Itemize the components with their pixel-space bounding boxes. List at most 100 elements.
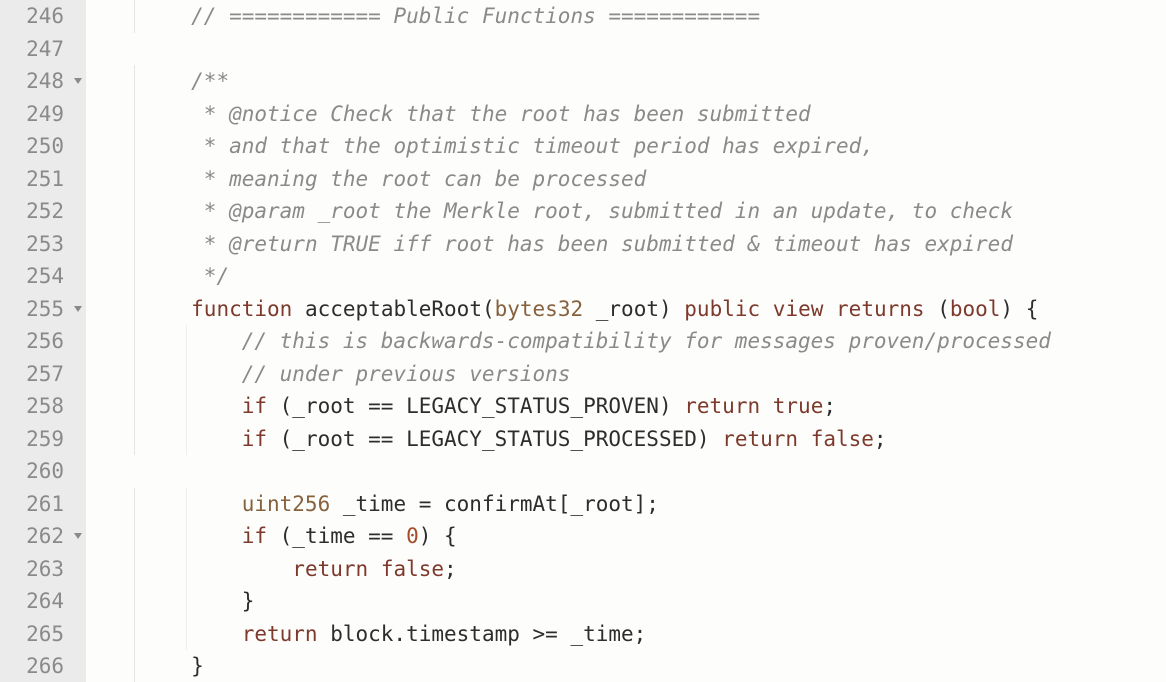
code-line[interactable]: if (_root == LEGACY_STATUS_PROCESSED) re…: [90, 423, 1166, 456]
indent-guide: [134, 0, 135, 33]
indent-guide: [134, 325, 135, 358]
line-number-text: 246: [26, 0, 64, 33]
code-line[interactable]: [90, 33, 1166, 66]
token: function: [191, 297, 292, 321]
indent: [90, 589, 242, 613]
fold-toggle-icon[interactable]: [74, 78, 82, 84]
indent-guide: [186, 520, 187, 553]
code-line[interactable]: */: [90, 260, 1166, 293]
token: // this is backwards-compatibility for m…: [242, 329, 1051, 353]
token: */: [191, 264, 229, 288]
indent: [90, 427, 242, 451]
line-number: 260: [0, 455, 86, 488]
code-line[interactable]: function acceptableRoot(bytes32 _root) p…: [90, 293, 1166, 326]
line-number: 251: [0, 163, 86, 196]
code-line[interactable]: * @notice Check that the root has been s…: [90, 98, 1166, 131]
indent-guide: [186, 585, 187, 618]
indent: [90, 622, 242, 646]
indent-guide: [134, 358, 135, 391]
token: /**: [191, 69, 229, 93]
line-number-text: 258: [26, 390, 64, 423]
indent: [90, 654, 191, 678]
token: _root): [583, 297, 684, 321]
fold-toggle-icon[interactable]: [74, 533, 82, 539]
line-number-text: 259: [26, 423, 64, 456]
token: return: [292, 557, 368, 581]
line-number: 261: [0, 488, 86, 521]
code-line[interactable]: * and that the optimistic timeout period…: [90, 130, 1166, 163]
code-line[interactable]: * @return TRUE iff root has been submitt…: [90, 228, 1166, 261]
indent-guide: [186, 358, 187, 391]
indent: [90, 69, 191, 93]
line-number: 249: [0, 98, 86, 131]
token: return: [242, 622, 318, 646]
line-number: 259: [0, 423, 86, 456]
indent-guide: [134, 618, 135, 651]
code-line[interactable]: // ============ Public Functions =======…: [90, 0, 1166, 33]
indent-guide: [134, 98, 135, 131]
code-line[interactable]: uint256 _time = confirmAt[_root];: [90, 488, 1166, 521]
token: return: [722, 427, 798, 451]
line-number-text: 263: [26, 553, 64, 586]
line-number-text: 250: [26, 130, 64, 163]
token: (_root == LEGACY_STATUS_PROCESSED): [267, 427, 722, 451]
token: (_root == LEGACY_STATUS_PROVEN): [267, 394, 684, 418]
indent: [90, 297, 191, 321]
code-line[interactable]: return false;: [90, 553, 1166, 586]
token: [368, 557, 381, 581]
token: uint256: [242, 492, 331, 516]
indent-guide: [134, 163, 135, 196]
code-line[interactable]: // under previous versions: [90, 358, 1166, 391]
token: ;: [874, 427, 887, 451]
code-line[interactable]: }: [90, 650, 1166, 682]
gutter: 2462472482492502512522532542552562572582…: [0, 0, 86, 682]
code-line[interactable]: return block.timestamp >= _time;: [90, 618, 1166, 651]
code-line[interactable]: if (_time == 0) {: [90, 520, 1166, 553]
token: acceptableRoot(: [292, 297, 494, 321]
token: ) {: [1000, 297, 1038, 321]
indent: [90, 264, 191, 288]
code-editor[interactable]: 2462472482492502512522532542552562572582…: [0, 0, 1166, 682]
indent: [90, 492, 242, 516]
code-line[interactable]: // this is backwards-compatibility for m…: [90, 325, 1166, 358]
line-number: 253: [0, 228, 86, 261]
indent-guide: [134, 585, 135, 618]
indent-guide: [134, 228, 135, 261]
code-line[interactable]: /**: [90, 65, 1166, 98]
token: }: [191, 654, 204, 678]
line-number: 263: [0, 553, 86, 586]
indent-guide: [186, 325, 187, 358]
line-number: 256: [0, 325, 86, 358]
token: view: [773, 297, 824, 321]
token: bytes32: [495, 297, 584, 321]
indent-guide: [134, 423, 135, 456]
line-number: 266: [0, 650, 86, 682]
fold-toggle-icon[interactable]: [74, 306, 82, 312]
line-number: 248: [0, 65, 86, 98]
indent-guide: [134, 520, 135, 553]
code-area[interactable]: // ============ Public Functions =======…: [86, 0, 1166, 682]
token: bool: [950, 297, 1001, 321]
code-line[interactable]: }: [90, 585, 1166, 618]
line-number: 257: [0, 358, 86, 391]
indent: [90, 134, 191, 158]
token: returns: [836, 297, 925, 321]
indent-guide: [186, 618, 187, 651]
code-line[interactable]: * @param _root the Merkle root, submitte…: [90, 195, 1166, 228]
indent: [90, 232, 191, 256]
token: false: [811, 427, 874, 451]
token: ;: [823, 394, 836, 418]
line-number-text: 249: [26, 98, 64, 131]
indent-guide: [134, 260, 135, 293]
token: * @notice Check that the root has been s…: [191, 102, 811, 126]
line-number-text: 254: [26, 260, 64, 293]
line-number: 252: [0, 195, 86, 228]
code-line[interactable]: [90, 455, 1166, 488]
line-number-text: 247: [26, 33, 64, 66]
line-number-text: 261: [26, 488, 64, 521]
token: }: [242, 589, 255, 613]
token: ;: [444, 557, 457, 581]
token: return: [684, 394, 760, 418]
code-line[interactable]: if (_root == LEGACY_STATUS_PROVEN) retur…: [90, 390, 1166, 423]
code-line[interactable]: * meaning the root can be processed: [90, 163, 1166, 196]
